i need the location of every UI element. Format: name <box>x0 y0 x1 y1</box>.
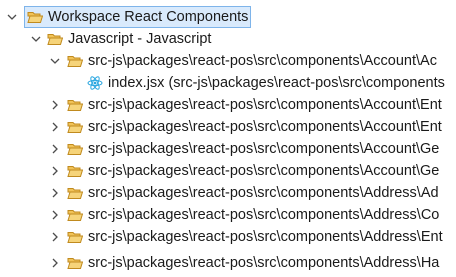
tree-node-folder[interactable]: src-js\packages\react-pos\src\components… <box>64 50 456 72</box>
tree-node-folder[interactable]: src-js\packages\react-pos\src\components… <box>64 226 456 248</box>
tree-row-group: Javascript - Javascript <box>0 28 456 50</box>
folder-open-icon <box>67 186 83 200</box>
chevron-right-icon[interactable] <box>49 256 61 270</box>
tree-row-folder: src-js\packages\react-pos\src\components… <box>0 50 456 72</box>
tree-row-root: Workspace React Components <box>0 6 456 28</box>
tree-node-label: src-js\packages\react-pos\src\components… <box>88 53 437 69</box>
folder-open-icon <box>47 32 63 46</box>
folder-open-icon <box>67 54 83 68</box>
react-icon <box>87 76 103 90</box>
tree-row-folder: src-js\packages\react-pos\src\components… <box>0 116 456 138</box>
tree-node-label: src-js\packages\react-pos\src\components… <box>88 119 442 135</box>
chevron-right-icon[interactable] <box>49 98 61 112</box>
tree-node-folder[interactable]: src-js\packages\react-pos\src\components… <box>64 116 456 138</box>
chevron-right-icon[interactable] <box>49 186 61 200</box>
chevron-right-icon[interactable] <box>49 230 61 244</box>
tree-row-folder: src-js\packages\react-pos\src\components… <box>0 160 456 182</box>
tree-node-folder[interactable]: src-js\packages\react-pos\src\components… <box>64 182 456 204</box>
tree-node-folder[interactable]: src-js\packages\react-pos\src\components… <box>64 252 456 274</box>
tree-node-folder[interactable]: src-js\packages\react-pos\src\components… <box>64 94 456 116</box>
folder-open-icon <box>67 164 83 178</box>
chevron-right-icon[interactable] <box>49 164 61 178</box>
folder-open-icon <box>67 208 83 222</box>
tree-row-folder: src-js\packages\react-pos\src\components… <box>0 226 456 248</box>
chevron-right-icon[interactable] <box>49 208 61 222</box>
tree-row-folder: src-js\packages\react-pos\src\components… <box>0 204 456 226</box>
tree-node-label: src-js\packages\react-pos\src\components… <box>88 207 440 223</box>
folder-open-icon <box>67 98 83 112</box>
chevron-down-icon[interactable] <box>30 32 42 46</box>
tree-node-label: src-js\packages\react-pos\src\components… <box>88 141 440 157</box>
folder-open-icon <box>67 142 83 156</box>
tree-node-folder[interactable]: src-js\packages\react-pos\src\components… <box>64 204 456 226</box>
tree-node-label: index.jsx (src-js\packages\react-pos\src… <box>108 75 445 91</box>
tree-row-file: index.jsx (src-js\packages\react-pos\src… <box>0 72 456 94</box>
chevron-down-icon[interactable] <box>49 54 61 68</box>
tree-node-folder[interactable]: src-js\packages\react-pos\src\components… <box>64 160 456 182</box>
tree-node-label: src-js\packages\react-pos\src\components… <box>88 163 440 179</box>
tree-node-label: src-js\packages\react-pos\src\components… <box>88 229 443 245</box>
chevron-down-icon[interactable] <box>6 10 18 24</box>
tree-row-folder: src-js\packages\react-pos\src\components… <box>0 94 456 116</box>
folder-open-icon <box>67 120 83 134</box>
tree-node-label: src-js\packages\react-pos\src\components… <box>88 255 440 271</box>
tree-node-file[interactable]: index.jsx (src-js\packages\react-pos\src… <box>84 72 456 94</box>
tree-node-label: Workspace React Components <box>48 9 249 25</box>
chevron-right-icon[interactable] <box>49 142 61 156</box>
tree-node-folder[interactable]: src-js\packages\react-pos\src\components… <box>64 138 456 160</box>
folder-open-icon <box>67 230 83 244</box>
project-tree: Workspace React Components Javascript - … <box>0 0 456 277</box>
tree-node-label: src-js\packages\react-pos\src\components… <box>88 97 442 113</box>
folder-open-icon <box>27 10 43 24</box>
tree-row-folder: src-js\packages\react-pos\src\components… <box>0 252 456 274</box>
tree-node-label: src-js\packages\react-pos\src\components… <box>88 185 439 201</box>
chevron-right-icon[interactable] <box>49 120 61 134</box>
tree-node-group[interactable]: Javascript - Javascript <box>44 28 274 50</box>
tree-node-label: Javascript - Javascript <box>68 31 212 47</box>
folder-open-icon <box>67 256 83 270</box>
tree-row-folder: src-js\packages\react-pos\src\components… <box>0 138 456 160</box>
tree-row-folder: src-js\packages\react-pos\src\components… <box>0 182 456 204</box>
tree-node-root[interactable]: Workspace React Components <box>24 6 251 28</box>
